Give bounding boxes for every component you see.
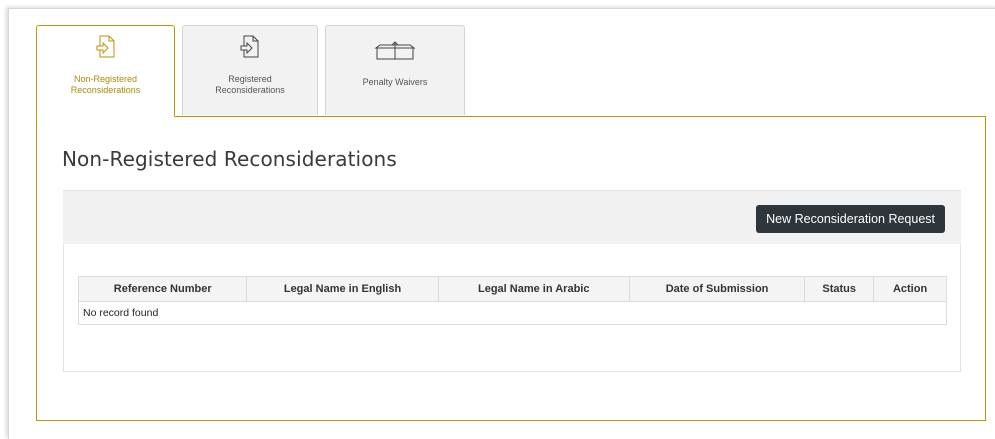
table-card: Reference Number Legal Name in English L… (63, 244, 961, 372)
column-header-reference-number[interactable]: Reference Number (77, 276, 248, 302)
column-header-status[interactable]: Status (804, 276, 875, 302)
tab-label: Non-Registered Reconsiderations (70, 74, 141, 95)
column-header-legal-name-arabic[interactable]: Legal Name in Arabic (437, 276, 630, 302)
tab-penalty-waivers[interactable]: Penalty Waivers (325, 25, 465, 115)
records-table: Reference Number Legal Name in English L… (77, 276, 947, 325)
column-header-date-of-submission[interactable]: Date of Submission (628, 276, 806, 302)
table-header-row: Reference Number Legal Name in English L… (77, 276, 947, 302)
column-header-legal-name-english[interactable]: Legal Name in English (246, 276, 439, 302)
page-title: Non-Registered Reconsiderations (62, 147, 397, 171)
document-import-icon (37, 35, 174, 64)
tab-label: Penalty Waivers (362, 77, 428, 87)
toolbar: New Reconsideration Request (63, 190, 961, 245)
tab-label: Registered Reconsiderations (215, 74, 285, 95)
new-reconsideration-request-button[interactable]: New Reconsideration Request (756, 205, 945, 233)
column-header-action: Action (873, 276, 947, 302)
box-icon (326, 40, 464, 65)
table-row: No record found (78, 301, 947, 325)
content-panel: Non-Registered Reconsiderations New Reco… (36, 116, 986, 421)
document-import-icon (183, 35, 317, 64)
tab-registered-reconsiderations[interactable]: Registered Reconsiderations (182, 25, 318, 115)
empty-message: No record found (78, 301, 947, 325)
tab-non-registered-reconsiderations[interactable]: Non-Registered Reconsiderations (36, 25, 175, 117)
